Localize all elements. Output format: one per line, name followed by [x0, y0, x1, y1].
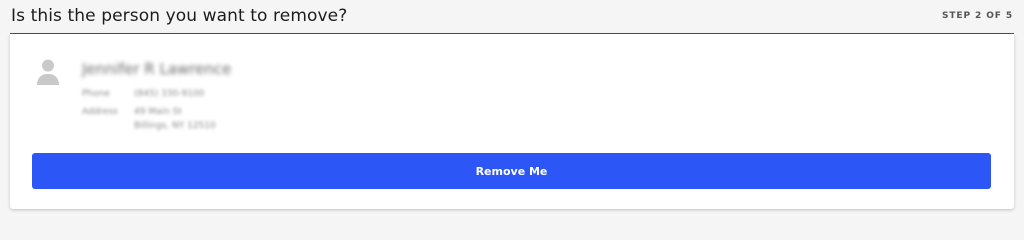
phone-label: Phone — [82, 89, 110, 99]
step-indicator: STEP 2 OF 5 — [942, 11, 1013, 21]
person-icon — [37, 59, 59, 85]
remove-me-button[interactable]: Remove Me — [32, 153, 991, 189]
address-line-2: Billings, NY 12510 — [134, 121, 216, 131]
page-header: Is this the person you want to remove? S… — [0, 0, 1024, 34]
address-label: Address — [82, 107, 118, 117]
address-line-1: 49 Main St — [134, 107, 182, 117]
person-name: Jennifer R Lawrence — [82, 60, 232, 78]
phone-value: (845) 330-9100 — [134, 89, 205, 99]
page-title: Is this the person you want to remove? — [11, 6, 348, 26]
person-card: Jennifer R Lawrence Phone (845) 330-9100… — [10, 34, 1014, 209]
